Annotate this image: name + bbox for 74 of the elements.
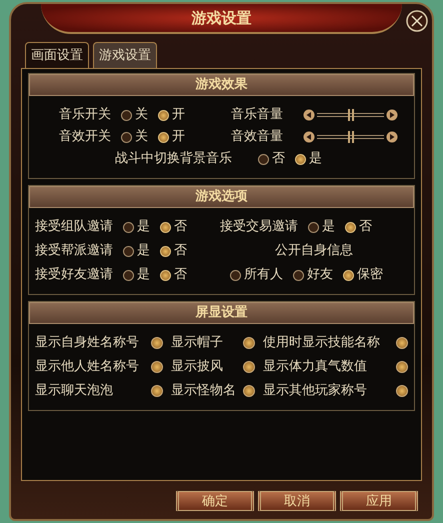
radio-button[interactable] [123, 246, 134, 256]
slider-thumb[interactable] [348, 109, 354, 121]
label-text: 显示体力真气数值 [263, 358, 367, 376]
dialog-button[interactable]: 确定 [176, 491, 254, 511]
option-label: 否 [272, 150, 285, 168]
label-text: 接受交易邀请 [220, 218, 298, 236]
label-text: 显示帽子 [171, 334, 223, 352]
checkbox[interactable] [396, 385, 408, 397]
label-text: 音乐音量 [231, 106, 283, 124]
option-label: 否 [174, 218, 187, 236]
checkbox[interactable] [151, 337, 163, 349]
window-title: 游戏设置 [192, 8, 252, 29]
option-label: 是 [309, 150, 322, 168]
radio-button[interactable] [158, 132, 169, 142]
radio-button[interactable] [123, 222, 134, 232]
label-text: 显示怪物名 [171, 382, 236, 400]
close-icon[interactable] [406, 10, 428, 32]
option-label: 是 [137, 242, 150, 260]
checkbox[interactable] [151, 385, 163, 397]
label-text: 使用时显示技能名称 [263, 334, 380, 352]
checkbox[interactable] [396, 361, 408, 373]
radio-button[interactable] [308, 222, 319, 232]
slider-thumb[interactable] [348, 131, 354, 143]
radio-button[interactable] [345, 222, 356, 232]
radio-button[interactable] [158, 110, 169, 120]
radio-button[interactable] [343, 270, 354, 280]
label-text: 显示他人姓名称号 [35, 358, 139, 376]
label-text: 战斗中切换背景音乐 [115, 150, 232, 168]
label-text: 公开自身信息 [275, 242, 353, 260]
option-label: 关 [135, 128, 148, 146]
radio-button[interactable] [121, 132, 132, 142]
label-text: 音效音量 [231, 128, 283, 146]
radio-button[interactable] [295, 154, 306, 164]
option-label: 否 [359, 218, 372, 236]
checkbox[interactable] [243, 361, 255, 373]
checkbox[interactable] [151, 361, 163, 373]
option-label: 开 [172, 128, 185, 146]
radio-button[interactable] [293, 270, 304, 280]
checkbox[interactable] [396, 337, 408, 349]
option-label: 是 [137, 266, 150, 284]
label-text: 显示披风 [171, 358, 223, 376]
option-label: 关 [135, 106, 148, 124]
checkbox[interactable] [243, 385, 255, 397]
label-text: 音效开关 [59, 128, 111, 146]
tab[interactable]: 游戏设置 [93, 42, 157, 68]
option-label: 好友 [307, 266, 333, 284]
label-text: 显示聊天泡泡 [35, 382, 113, 400]
option-label: 否 [174, 242, 187, 260]
option-label: 是 [137, 218, 150, 236]
option-label: 保密 [357, 266, 383, 284]
radio-button[interactable] [160, 270, 171, 280]
label-text: 显示其他玩家称号 [263, 382, 367, 400]
radio-button[interactable] [160, 246, 171, 256]
option-label: 是 [322, 218, 335, 236]
label-text: 接受组队邀请 [35, 218, 113, 236]
label-text: 音乐开关 [59, 106, 111, 124]
tab[interactable]: 画面设置 [25, 42, 89, 68]
dialog-button[interactable]: 取消 [258, 491, 336, 511]
label-text: 接受帮派邀请 [35, 242, 113, 260]
radio-button[interactable] [121, 110, 132, 120]
section-title: 游戏选项 [196, 188, 248, 206]
option-label: 开 [172, 106, 185, 124]
checkbox[interactable] [243, 337, 255, 349]
radio-button[interactable] [160, 222, 171, 232]
label-text: 显示自身姓名称号 [35, 334, 139, 352]
radio-button[interactable] [123, 270, 134, 280]
section-title: 屏显设置 [196, 304, 248, 322]
radio-button[interactable] [230, 270, 241, 280]
label-text: 接受好友邀请 [35, 266, 113, 284]
option-label: 否 [174, 266, 187, 284]
option-label: 所有人 [244, 266, 283, 284]
radio-button[interactable] [258, 154, 269, 164]
section-title: 游戏效果 [196, 76, 248, 94]
dialog-button[interactable]: 应用 [340, 491, 418, 511]
